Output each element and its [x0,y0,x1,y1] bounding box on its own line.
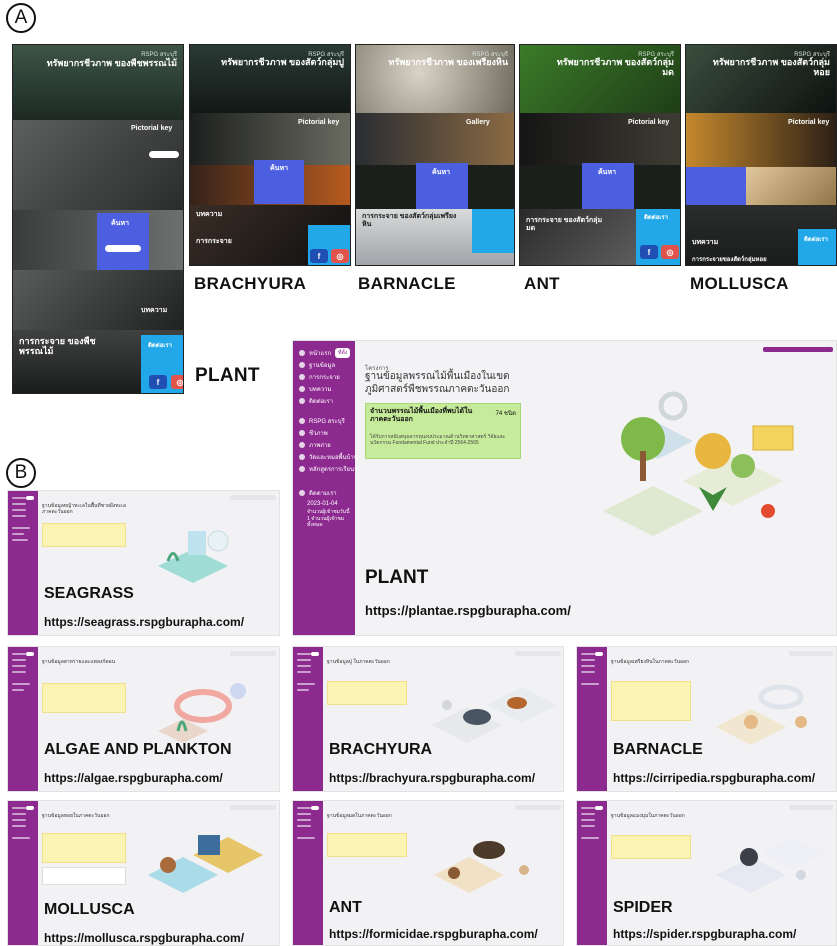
menu-rspg[interactable]: RSPG สระบุรี [299,415,345,427]
menu-courses[interactable]: หลักสูตรการเรียนรู้ [299,463,357,475]
facebook-icon[interactable]: f [640,245,658,259]
site-name-brachyura: BRACHYURA [329,741,433,758]
site-url-spider[interactable]: https://spider.rspgburapha.com/ [613,927,796,941]
site-name-plant: PLANT [365,567,429,588]
desktop-screenshot-barnacle: ฐานข้อมูลเพรียงหินในภาคตะวันออก BARNACLE… [576,646,837,792]
instagram-icon[interactable]: ◎ [171,375,183,389]
desktop-screenshot-brachyura: ฐานข้อมูลปู ในภาคตะวันออก BRACHYURA http… [292,646,564,792]
site-url-plant[interactable]: https://plantae.rspgburapha.com/ [365,603,571,618]
site-name-algae: ALGAE AND PLANKTON [44,741,232,758]
instagram-icon[interactable]: ◎ [331,249,349,263]
site-name-ant: ANT [329,899,362,916]
desktop-screenshot-ant: ฐานข้อมูลมดในภาคตะวันออก ANT https://for… [292,800,564,946]
menu-articles[interactable]: บทความ [299,383,331,395]
menu-database[interactable]: ฐานข้อมูล [299,359,335,371]
site-name-seagrass: SEAGRASS [44,585,134,602]
species-count-box: จำนวนพรรณไม้พื้นเมืองที่พบได้ใน ภาคตะวัน… [365,403,521,459]
visit-count: จำนวนผู้เข้าชมวันนี้ 1 จำนวนผู้เข้าชมทั้… [307,509,350,528]
visit-date: 2023-01-04 [307,501,338,507]
caption-barnacle: BARNACLE [358,274,456,293]
phone-screenshot-plant: RSPG สระบุรี ทรัพยากรชีวภาพ ของพืชพรรณไม… [12,44,184,394]
menu-follow[interactable]: ติดตามเรา [299,487,337,499]
caption-brachyura: BRACHYURA [194,274,307,293]
desktop-screenshot-seagrass: ฐานข้อมูลหญ้าทะเลในพื้นที่ชายฝั่งทะเลภาค… [7,490,280,636]
page-title: ฐานข้อมูลพรรณไม้พื้นเมืองในเขต ภูมิศาสตร… [365,371,510,395]
facebook-icon[interactable]: f [310,249,328,263]
menu-distribution[interactable]: การกระจาย [299,371,340,383]
phone-screenshot-mollusca: RSPG สระบุรี ทรัพยากรชีวภาพ ของสัตว์กลุ่… [685,44,837,266]
desktop-screenshot-spider: ฐานข้อมูลแมงมุมในภาคตะวันออก SPIDER http… [576,800,837,946]
menu-bio[interactable]: ชีวภาพ [299,427,328,439]
panel-a-label: A [6,3,36,33]
desktop-screenshot-algae: ฐานข้อมูลสาหร่ายและแพลงก์ตอน ALGAE AND P… [7,646,280,792]
facebook-icon[interactable]: f [149,375,167,389]
site-name-barnacle: BARNACLE [613,741,703,758]
menu-temples[interactable]: วัดและหมอพื้นบ้าน [299,451,358,463]
site-url-seagrass[interactable]: https://seagrass.rspgburapha.com/ [44,615,244,629]
instagram-icon[interactable]: ◎ [661,245,679,259]
site-url-barnacle[interactable]: https://cirripedia.rspgburapha.com/ [613,771,815,785]
site-url-brachyura[interactable]: https://brachyura.rspgburapha.com/ [329,771,535,785]
phone-screenshot-brachyura: RSPG สระบุรี ทรัพยากรชีวภาพ ของสัตว์กลุ่… [189,44,351,266]
caption-mollusca: MOLLUSCA [690,274,789,293]
phone-screenshot-barnacle: RSPG สระบุรี ทรัพยากรชีวภาพ ของเพรียงหิน… [355,44,515,266]
menu-photos[interactable]: ภาพถ่าย [299,439,331,451]
menu-contact[interactable]: ติดต่อเรา [299,395,333,407]
site-url-ant[interactable]: https://formicidae.rspgburapha.com/ [329,927,538,941]
site-name-spider: SPIDER [613,899,673,916]
caption-plant: PLANT [195,365,260,386]
menu-home[interactable]: หน้าแรก ที่ตั้ง [299,347,351,359]
site-url-algae[interactable]: https://algae.rspgburapha.com/ [44,771,223,785]
isometric-plant-illustration [603,391,794,536]
panel-b-label: B [6,458,36,488]
phone-screenshot-ant: RSPG สระบุรี ทรัพยากรชีวภาพ ของสัตว์กลุ่… [519,44,681,266]
site-name-mollusca: MOLLUSCA [44,901,135,918]
desktop-screenshot-plant: หน้าแรก ที่ตั้ง ฐานข้อมูล การกระจาย บทควา… [292,340,837,636]
caption-ant: ANT [524,274,560,293]
desktop-screenshot-mollusca: ฐานข้อมูลหอยในภาคตะวันออก MOLLUSCA https… [7,800,280,946]
site-url-mollusca[interactable]: https://mollusca.rspgburapha.com/ [44,931,244,945]
